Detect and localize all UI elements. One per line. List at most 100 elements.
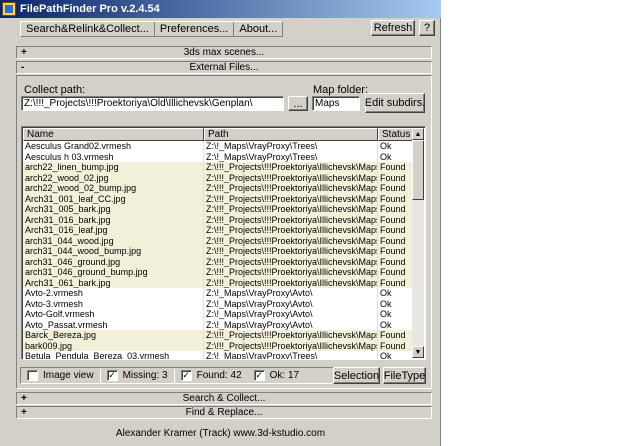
filetype-button[interactable]: FileType	[383, 367, 426, 384]
file-name-cell: Arch31_061_bark.jpg	[23, 277, 204, 288]
table-row[interactable]: arch31_044_wood_bump.jpg Z:\!!!_Projects\…	[23, 246, 413, 257]
expand-icon: +	[21, 407, 27, 418]
table-row[interactable]: Arch31_061_bark.jpg Z:\!!!_Projects\!!!Pr…	[23, 277, 413, 288]
table-row[interactable]: Arch31_001_leaf_CC.jpg Z:\!!!_Projects\!!…	[23, 193, 413, 204]
rollout-find-replace[interactable]: + Find & Replace...	[16, 406, 432, 419]
file-path-cell: Z:\!_Maps\VrayProxy\Trees\	[204, 351, 378, 359]
checkbox-label: Ok: 17	[269, 370, 300, 381]
file-path-cell: Z:\!!!_Projects\!!!Proektoriya\Illichevs…	[206, 225, 378, 236]
app-icon	[2, 2, 16, 16]
expand-icon: +	[21, 393, 27, 404]
found-checkbox[interactable]: ✓ Found: 42	[180, 370, 242, 381]
file-path-cell: Z:\!!!_Projects\!!!Proektoriya\Illichevs…	[206, 277, 378, 288]
table-row[interactable]: Avto-2.vrmesh Z:\!_Maps\VrayProxy\Avto\ Ok	[23, 288, 413, 299]
column-header-status[interactable]: Status	[378, 128, 413, 141]
table-row[interactable]: Avto-Golf.vrmesh Z:\!_Maps\VrayProxy\Avto…	[23, 309, 413, 320]
file-name-cell: Avto-Golf.vrmesh	[23, 309, 204, 320]
image-view-checkbox[interactable]: Image view	[27, 370, 94, 381]
file-path-cell: Z:\!_Maps\VrayProxy\Trees\	[204, 141, 378, 152]
table-row[interactable]: arch22_wood_02.jpg Z:\!!!_Projects\!!!Pro…	[23, 172, 413, 183]
file-path-cell: Z:\!!!_Projects\!!!Proektoriya\Illichevs…	[206, 340, 378, 351]
table-row[interactable]: Arch31_005_bark.jpg Z:\!!!_Projects\!!!Pr…	[23, 204, 413, 215]
table-row[interactable]: bark009.jpg Z:\!!!_Projects\!!!Proektoriy…	[23, 340, 413, 351]
table-row[interactable]: Arch31_016_leaf.jpg Z:\!!!_Projects\!!!Pr…	[23, 225, 413, 236]
scroll-up-icon[interactable]: ▲	[412, 128, 424, 140]
file-name-cell: arch31_046_ground_bump.jpg	[23, 267, 204, 278]
title-bar[interactable]: FilePathFinder Pro v.2.4.54	[0, 0, 441, 18]
file-path-cell: Z:\!!!_Projects\!!!Proektoriya\Illichevs…	[206, 214, 378, 225]
table-row[interactable]: arch31_046_ground.jpg Z:\!!!_Projects\!!!…	[23, 256, 413, 267]
file-path-cell: Z:\!_Maps\VrayProxy\Avto\	[204, 298, 378, 309]
edit-subdirs-button[interactable]: Edit subdirs.	[365, 93, 425, 113]
rollout-search-collect[interactable]: + Search & Collect...	[16, 392, 432, 405]
missing-checkbox[interactable]: ✓ Missing: 3	[106, 370, 168, 381]
filter-bar: Image view ✓ Missing: 3 ✓ Found: 42 ✓ Ok…	[20, 367, 350, 384]
file-name-cell: Barck_Bereza.jpg	[23, 330, 204, 341]
file-status-cell: Ok	[378, 319, 413, 330]
rollout-3ds-max-scenes[interactable]: + 3ds max scenes...	[16, 46, 432, 59]
file-status-cell: Found	[378, 172, 413, 183]
table-row[interactable]: Betula_Pendula_Bereza_03.vrmesh Z:\!_Maps…	[23, 351, 413, 359]
column-header-path[interactable]: Path	[204, 128, 378, 141]
file-status-cell: Found	[378, 246, 413, 257]
file-status-cell: Found	[378, 330, 413, 341]
file-status-cell: Found	[378, 183, 413, 194]
checkbox-icon: ✓	[106, 370, 118, 381]
file-path-cell: Z:\!_Maps\VrayProxy\Avto\	[204, 319, 378, 330]
file-path-cell: Z:\!!!_Projects\!!!Proektoriya\Illichevs…	[206, 235, 378, 246]
file-path-cell: Z:\!!!_Projects\!!!Proektoriya\Illichevs…	[206, 256, 378, 267]
file-status-cell: Found	[378, 193, 413, 204]
file-status-cell: Ok	[378, 309, 413, 320]
table-row[interactable]: arch31_044_wood.jpg Z:\!!!_Projects\!!!Pr…	[23, 235, 413, 246]
rollout-external-files[interactable]: - External Files...	[16, 61, 432, 74]
help-button[interactable]: ?	[419, 20, 435, 36]
refresh-button[interactable]: Refresh	[371, 20, 415, 36]
file-name-cell: Arch31_005_bark.jpg	[23, 204, 204, 215]
file-name-cell: arch22_wood_02_bump.jpg	[23, 183, 204, 194]
table-row[interactable]: Aesculus Grand02.vrmesh Z:\!_Maps\VrayPro…	[23, 141, 413, 152]
file-path-cell: Z:\!!!_Projects\!!!Proektoriya\Illichevs…	[206, 267, 378, 278]
file-name-cell: Arch31_016_bark.jpg	[23, 214, 204, 225]
file-name-cell: arch31_044_wood_bump.jpg	[23, 246, 204, 257]
table-row[interactable]: Arch31_016_bark.jpg Z:\!!!_Projects\!!!Pr…	[23, 214, 413, 225]
file-status-cell: Found	[378, 340, 413, 351]
file-list[interactable]: Name Path Status Aesculus Grand02.vrmesh…	[21, 126, 426, 360]
file-name-cell: Avto-2.vrmesh	[23, 288, 204, 299]
vertical-scrollbar[interactable]: ▲ ▼	[412, 128, 424, 358]
collect-path-label: Collect path:	[24, 84, 86, 96]
map-folder-input[interactable]: Maps	[312, 96, 360, 111]
scroll-down-icon[interactable]: ▼	[412, 346, 424, 358]
file-name-cell: arch22_wood_02.jpg	[23, 172, 204, 183]
file-path-cell: Z:\!!!_Projects\!!!Proektoriya\Illichevs…	[206, 172, 378, 183]
table-row[interactable]: arch31_046_ground_bump.jpg Z:\!!!_Project…	[23, 267, 413, 278]
checkbox-label: Found: 42	[196, 370, 242, 381]
browse-button[interactable]: ...	[288, 96, 308, 111]
file-status-cell: Found	[378, 162, 413, 173]
tab-preferences[interactable]: Preferences...	[155, 22, 235, 36]
tab-about[interactable]: About...	[234, 22, 282, 36]
file-name-cell: Aesculus Grand02.vrmesh	[23, 141, 204, 152]
file-status-cell: Found	[378, 277, 413, 288]
tab-search-relink-collect[interactable]: Search&Relink&Collect...	[21, 22, 155, 36]
column-header-name[interactable]: Name	[23, 128, 204, 141]
table-row[interactable]: Barck_Bereza.jpg Z:\!!!_Projects\!!!Proek…	[23, 330, 413, 341]
divider	[99, 368, 101, 383]
selection-button[interactable]: Selection	[333, 367, 380, 384]
table-row[interactable]: Aesculus h 03.vrmesh Z:\!_Maps\VrayProxy\…	[23, 151, 413, 162]
file-path-cell: Z:\!_Maps\VrayProxy\Trees\	[204, 151, 378, 162]
file-status-cell: Found	[378, 214, 413, 225]
checkbox-icon	[27, 370, 38, 381]
ok-checkbox[interactable]: ✓ Ok: 17	[253, 370, 300, 381]
collect-path-input[interactable]: Z:\!!!_Projects\!!!Proektoriya\Old\Illic…	[21, 96, 284, 111]
file-name-cell: arch31_044_wood.jpg	[23, 235, 204, 246]
table-row[interactable]: Avto_Passat.vrmesh Z:\!_Maps\VrayProxy\Av…	[23, 319, 413, 330]
file-path-cell: Z:\!_Maps\VrayProxy\Avto\	[204, 309, 378, 320]
table-row[interactable]: arch22_linen_bump.jpg Z:\!!!_Projects\!!!…	[23, 162, 413, 173]
scroll-thumb[interactable]	[412, 140, 424, 200]
file-name-cell: Arch31_016_leaf.jpg	[23, 225, 204, 236]
file-status-cell: Ok	[378, 351, 413, 359]
table-row[interactable]: arch22_wood_02_bump.jpg Z:\!!!_Projects\!…	[23, 183, 413, 194]
rollout-label: Search & Collect...	[182, 393, 266, 404]
table-row[interactable]: Avto-3.vrmesh Z:\!_Maps\VrayProxy\Avto\ Ok	[23, 298, 413, 309]
collapse-icon: -	[21, 62, 25, 73]
